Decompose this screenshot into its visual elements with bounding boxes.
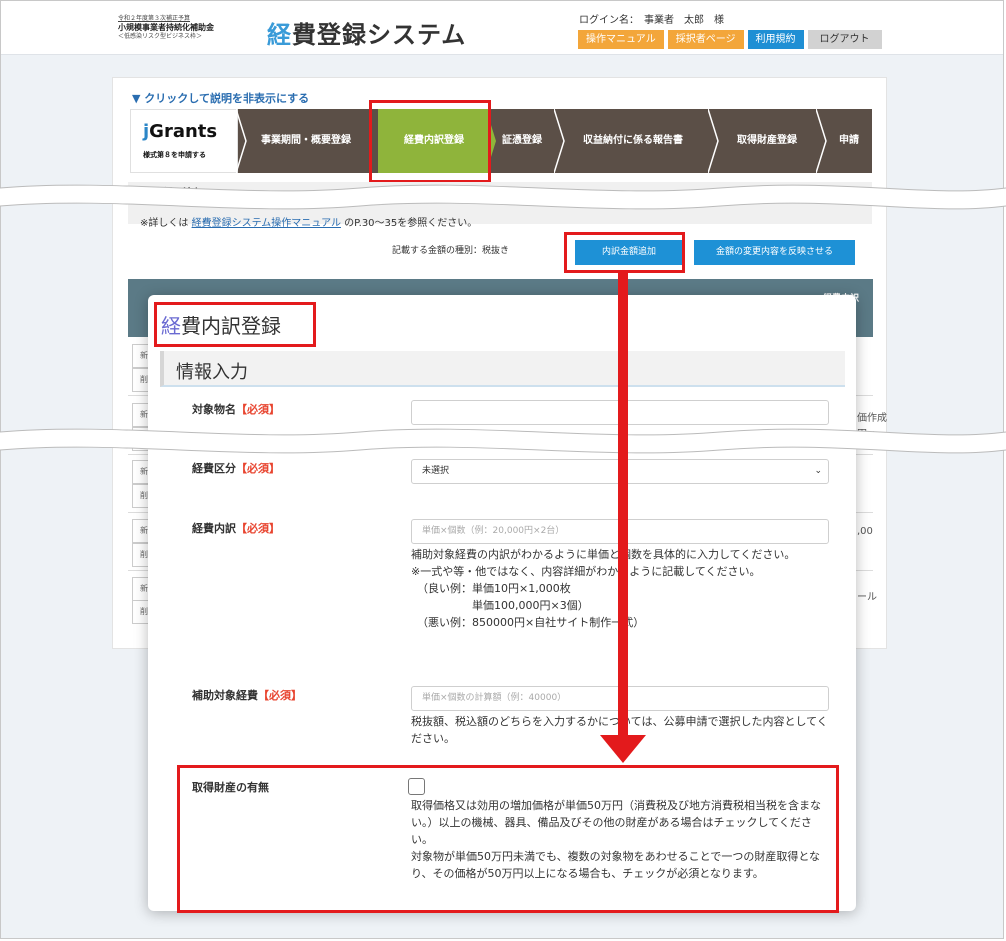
step-evidence[interactable]: 証憑登録 <box>492 109 552 173</box>
highlight-step-box <box>369 100 491 183</box>
budget-note: 令和２年度第３次補正予算 <box>118 15 191 22</box>
toggle-description-link[interactable]: ▼ クリックして説明を非表示にする <box>132 90 309 106</box>
help-line: 取得価格又は効用の増加価格が単価50万円（消費税及び地方消費税相当税を含まない。… <box>411 799 821 846</box>
step-apply[interactable]: 申請 <box>826 109 872 173</box>
asset-help: 取得価格又は効用の増加価格が単価50万円（消費税及び地方消費税相当税を含まない。… <box>411 797 833 882</box>
logo-rest: Grants <box>149 121 218 142</box>
chevron-icon <box>708 109 719 173</box>
section-header: 情報入力 <box>160 351 845 387</box>
logo-sub: 様式第８を申請する <box>143 151 206 159</box>
highlight-add-box <box>564 232 685 273</box>
break-wave <box>0 428 1006 454</box>
manual-note: ※詳しくは 経費登録システム操作マニュアル のP.30〜35を参照ください。 <box>140 214 477 229</box>
select-value: 未選択 <box>422 466 450 476</box>
reflect-changes-button[interactable]: 金額の変更内容を反映させる <box>694 240 855 265</box>
login-name: ログイン名： 事業者 太郎 様 <box>579 15 724 26</box>
manual-link[interactable]: 経費登録システム操作マニュアル <box>192 218 341 229</box>
required-mark: 【必須】 <box>236 462 280 475</box>
chevron-icon <box>236 109 247 173</box>
section-title: 情報入力 <box>176 362 248 383</box>
chevron-icon <box>554 109 565 173</box>
label-text: 対象物名 <box>192 403 236 416</box>
required-mark: 【必須】 <box>236 522 280 535</box>
step-period[interactable]: 事業期間・概要登録 <box>242 109 370 173</box>
chevron-icon <box>816 109 827 173</box>
field-label-asset: 取得財産の有無 <box>192 781 269 794</box>
step-bar: jGrants 様式第８を申請する 事業期間・概要登録 経費内訳登録 証憑登録 … <box>130 109 872 173</box>
title-accent: 経 <box>267 21 292 49</box>
label-text: 経費区分 <box>192 462 236 475</box>
help-line: 対象物が単価50万円未満でも、複数の対象物をあわせることで一つの財産取得となり、… <box>411 850 821 880</box>
program-name: 小規模事業者持続化補助金 <box>118 23 214 32</box>
jgrants-logo: jGrants 様式第８を申請する <box>130 109 238 173</box>
header-nav: 操作マニュアル 採択者ページ 利用規約 ログアウト <box>578 30 882 49</box>
amount-kind: 記載する金額の種別：税抜き <box>392 246 510 256</box>
arrow-shaft <box>618 270 628 740</box>
system-title: 経費登録システム <box>267 15 466 50</box>
chevron-down-icon: ⌄ <box>814 466 822 476</box>
field-label-detail: 経費内訳【必須】 <box>192 520 280 536</box>
manual-suffix: のP.30〜35を参照ください。 <box>344 218 478 229</box>
bg-cell-text: ,00 <box>857 526 873 537</box>
terms-button[interactable]: 利用規約 <box>747 30 804 49</box>
step-revenue-report[interactable]: 収益納付に係る報告書 <box>562 109 704 173</box>
asset-checkbox[interactable] <box>408 778 425 795</box>
logout-button[interactable]: ログアウト <box>807 30 882 49</box>
site-header: 令和２年度第３次補正予算 小規模事業者持続化補助金 ＜低感染リスク型ビジネス枠＞… <box>1 1 1003 55</box>
label-text: 補助対象経費 <box>192 689 258 702</box>
required-mark: 【必須】 <box>258 689 302 702</box>
program-info: 令和２年度第３次補正予算 小規模事業者持続化補助金 ＜低感染リスク型ビジネス枠＞ <box>118 15 214 40</box>
field-label-name: 対象物名【必須】 <box>192 401 280 417</box>
bg-cell-text: ール <box>857 592 877 603</box>
highlight-title-box <box>154 302 316 347</box>
label-text: 経費内訳 <box>192 522 236 535</box>
manual-button[interactable]: 操作マニュアル <box>578 30 664 49</box>
field-label-category: 経費区分【必須】 <box>192 460 280 476</box>
title-rest: 費登録システム <box>292 21 467 49</box>
program-sub: ＜低感染リスク型ビジネス枠＞ <box>118 33 203 40</box>
manual-prefix: ※詳しくは <box>140 218 189 229</box>
break-wave <box>0 184 1006 210</box>
arrow-down-icon <box>600 735 646 763</box>
field-label-amount: 補助対象経費【必須】 <box>192 687 302 703</box>
required-mark: 【必須】 <box>236 403 280 416</box>
step-acquired-asset[interactable]: 取得財産登録 <box>716 109 818 173</box>
adopter-page-button[interactable]: 採択者ページ <box>667 30 744 49</box>
